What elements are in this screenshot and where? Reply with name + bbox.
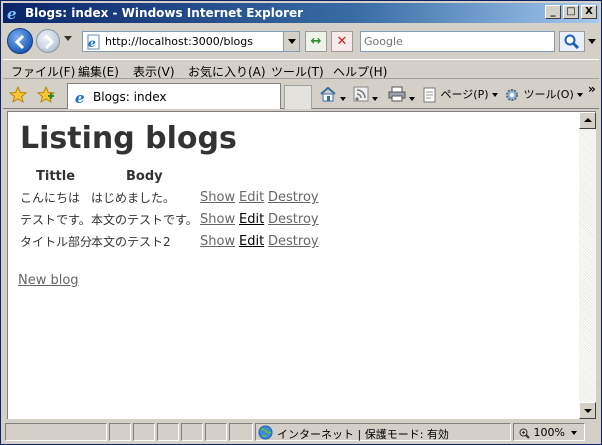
title-bar[interactable]: e Blogs: index - Windows Internet Explor…	[3, 3, 599, 23]
row-1-title: こんにちは	[20, 191, 81, 205]
menu-file[interactable]: ファイル(F)	[11, 63, 75, 80]
row-2-title: テストです。	[20, 213, 91, 227]
ie-logo-icon: e	[6, 5, 22, 23]
maximize-button[interactable]: □	[563, 5, 579, 19]
ie-page-icon: e	[74, 89, 90, 108]
status-pane	[109, 423, 131, 441]
url-text[interactable]: http://localhost:3000/blogs	[105, 35, 253, 48]
row-2-destroy-link[interactable]: Destroy	[268, 212, 319, 227]
page-title: Listing blogs	[20, 121, 237, 156]
home-button[interactable]	[319, 86, 346, 104]
svg-text:e: e	[88, 36, 96, 50]
row-3-destroy-link[interactable]: Destroy	[268, 234, 319, 249]
recent-pages-dropdown[interactable]	[64, 36, 72, 41]
feeds-button[interactable]	[353, 86, 378, 104]
zoom-value: 100%	[533, 426, 565, 439]
more-commands-chevron[interactable]: »	[588, 82, 596, 96]
menu-tools[interactable]: ツール(T)	[271, 63, 324, 80]
menu-help[interactable]: ヘルプ(H)	[333, 63, 387, 80]
search-options-dropdown[interactable]	[588, 39, 596, 44]
menu-edit[interactable]: 編集(E)	[78, 63, 119, 80]
page-menu-button[interactable]: ページ(P)	[423, 86, 498, 104]
rss-icon	[353, 86, 369, 102]
row-3-edit-link[interactable]: Edit	[239, 234, 264, 249]
page-icon: e	[86, 34, 102, 53]
magnifier-icon	[519, 428, 530, 439]
svg-text:e: e	[75, 89, 85, 105]
row-1-body: はじめました。	[91, 191, 176, 205]
new-tab-button[interactable]	[284, 85, 312, 109]
page-icon	[423, 87, 436, 103]
search-box[interactable]	[360, 31, 555, 52]
zoom-dropdown[interactable]	[571, 431, 577, 435]
row-3-show-link[interactable]: Show	[200, 234, 235, 249]
scroll-down-button[interactable]	[579, 402, 596, 419]
browser-window: e Blogs: index - Windows Internet Explor…	[0, 0, 602, 445]
close-button[interactable]: X	[581, 5, 597, 19]
globe-icon	[258, 425, 273, 443]
scroll-up-button[interactable]	[579, 112, 596, 129]
security-zone-text: インターネット | 保護モード: 有効	[277, 428, 449, 441]
favorites-center-icon[interactable]	[8, 85, 28, 107]
row-2-body: 本文のテストです。	[91, 213, 198, 227]
minimize-button[interactable]: _	[545, 5, 561, 19]
zoom-level[interactable]: 100%	[519, 426, 565, 439]
row-3-body: 本文のテスト2	[91, 235, 171, 249]
home-icon	[320, 86, 336, 102]
row-3-title: タイトル部分	[20, 235, 93, 249]
stop-button[interactable]: ✕	[331, 31, 353, 52]
tab-blogs-index[interactable]: e Blogs: index	[67, 83, 281, 109]
page-content: Listing blogs Tittle Body こんにちは はじめました。 …	[7, 111, 579, 419]
menu-view[interactable]: 表示(V)	[133, 63, 175, 80]
tab-title: Blogs: index	[93, 90, 167, 104]
row-1-edit-link[interactable]: Edit	[239, 190, 264, 205]
row-2-edit-link[interactable]: Edit	[239, 212, 264, 227]
tools-menu-label: ツール(O)	[523, 88, 574, 101]
address-dropdown-button[interactable]	[283, 32, 299, 51]
row-1-destroy-link[interactable]: Destroy	[268, 190, 319, 205]
status-pane	[229, 423, 253, 441]
row-2-show-link[interactable]: Show	[200, 212, 235, 227]
status-text-pane	[5, 423, 107, 441]
status-pane	[133, 423, 155, 441]
new-blog-link[interactable]: New blog	[18, 273, 79, 288]
status-pane	[181, 423, 203, 441]
gear-icon	[506, 89, 518, 101]
refresh-button[interactable]: ↔	[305, 31, 327, 52]
add-favorites-icon[interactable]	[36, 85, 56, 107]
vertical-scrollbar[interactable]	[579, 111, 596, 419]
tab-bar: e Blogs: index ページ(P) ツール(O) »	[3, 81, 599, 109]
row-1-show-link[interactable]: Show	[200, 190, 235, 205]
window-title: Blogs: index - Windows Internet Explorer	[25, 6, 304, 20]
status-pane	[157, 423, 179, 441]
status-pane	[205, 423, 227, 441]
page-menu-label: ページ(P)	[440, 88, 489, 101]
print-button[interactable]	[388, 86, 415, 104]
column-header-body: Body	[126, 169, 163, 184]
search-input[interactable]	[361, 32, 551, 51]
status-bar: インターネット | 保護モード: 有効 100%	[3, 421, 599, 443]
printer-icon	[388, 86, 406, 102]
menu-bar: ファイル(F) 編集(E) 表示(V) お気に入り(A) ツール(T) ヘルプ(…	[3, 59, 599, 79]
tools-menu-button[interactable]: ツール(O)	[504, 86, 583, 104]
forward-button[interactable]	[36, 29, 60, 53]
column-header-title: Tittle	[36, 169, 76, 184]
navigation-bar: e http://localhost:3000/blogs ↔ ✕	[3, 25, 599, 57]
svg-text:e: e	[7, 5, 17, 21]
menu-favorites[interactable]: お気に入り(A)	[188, 63, 266, 80]
arrow-right-icon	[44, 34, 55, 50]
search-button[interactable]	[559, 31, 585, 52]
search-icon	[564, 34, 580, 50]
arrow-left-icon	[14, 34, 25, 50]
back-button[interactable]	[7, 28, 33, 54]
window-controls: _ □ X	[543, 5, 597, 19]
address-bar[interactable]: e http://localhost:3000/blogs	[82, 31, 300, 52]
